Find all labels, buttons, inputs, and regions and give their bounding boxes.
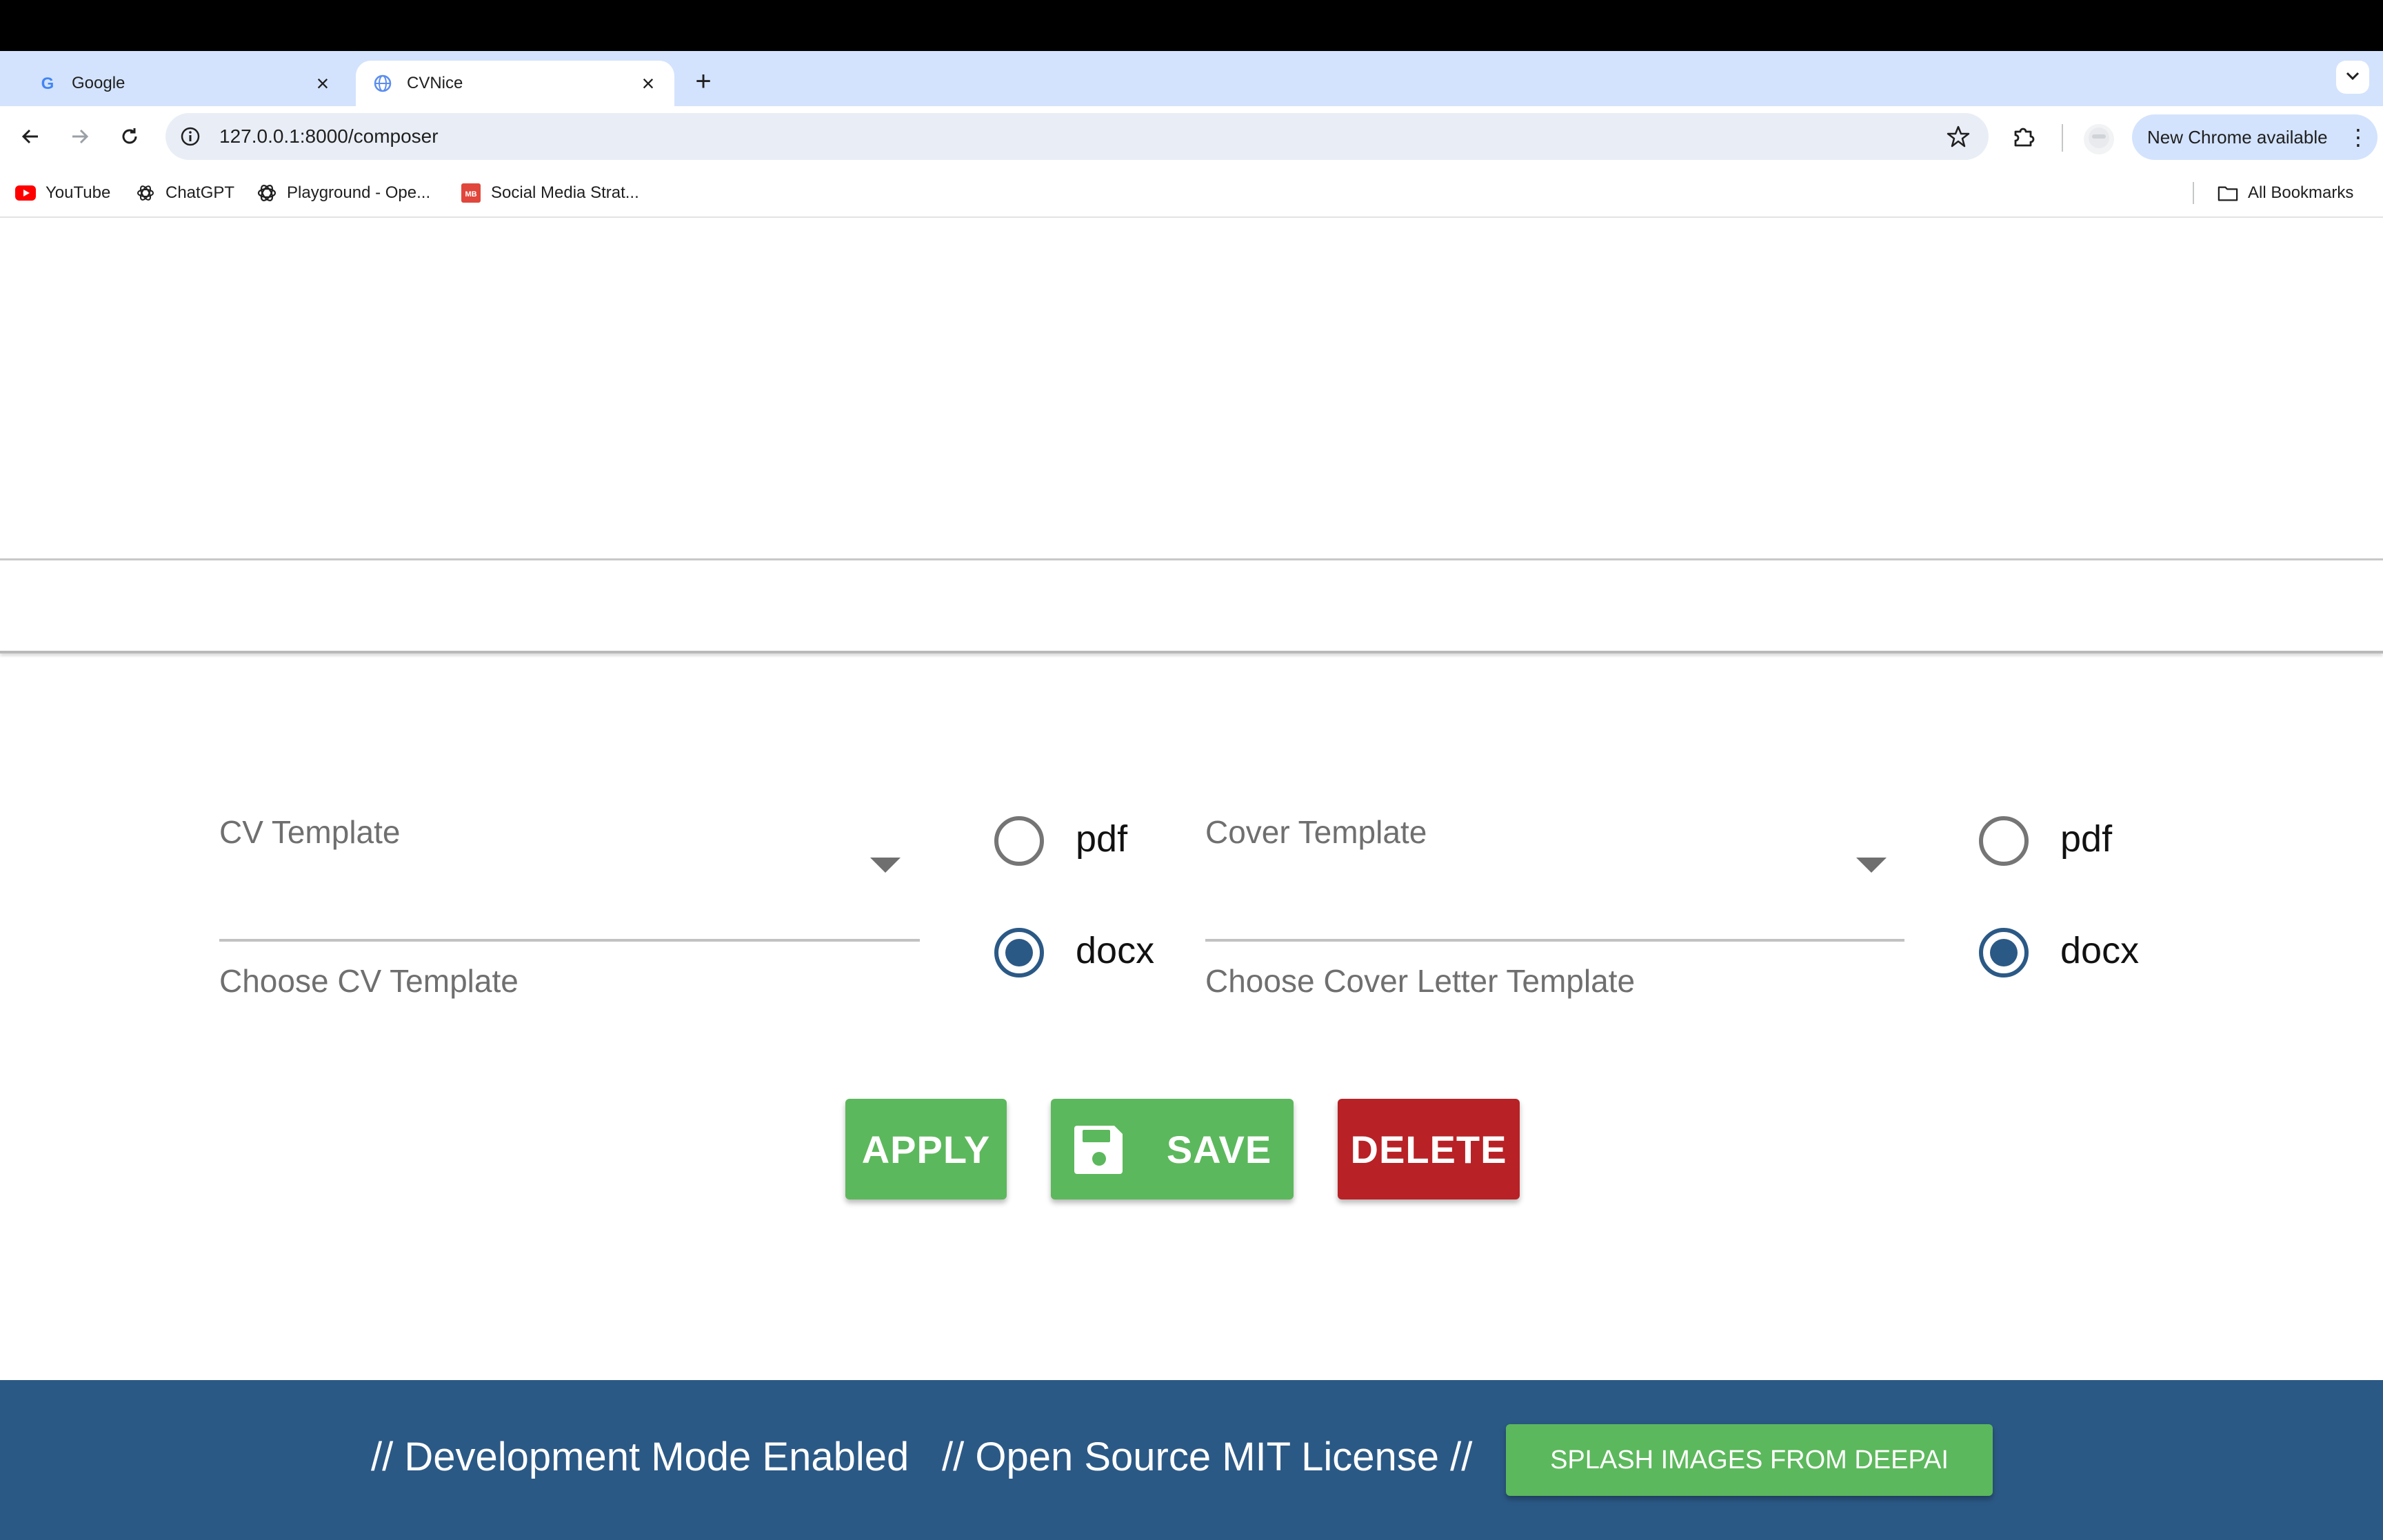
- cv-template-label: CV Template: [219, 814, 401, 850]
- address-bar[interactable]: 127.0.0.1:8000/composer: [165, 113, 1989, 160]
- bookmark-youtube[interactable]: YouTube: [15, 179, 110, 207]
- star-icon[interactable]: [1942, 120, 1975, 153]
- cover-template-label: Cover Template: [1205, 814, 1427, 850]
- floppy-disk-icon: [1073, 1123, 1125, 1175]
- cover-template-hint: Choose Cover Letter Template: [1205, 963, 1636, 999]
- new-tab-button[interactable]: +: [688, 66, 718, 97]
- extensions-button[interactable]: [2007, 121, 2040, 154]
- avatar: [2088, 127, 2110, 152]
- splash-images-button[interactable]: SPLASH IMAGES FROM DEEPAI: [1506, 1424, 1993, 1496]
- globe-icon: [372, 73, 393, 94]
- bookmark-chatgpt[interactable]: ChatGPT: [135, 179, 234, 207]
- puzzle-icon: [2011, 125, 2035, 152]
- bookmark-label: YouTube: [46, 183, 111, 202]
- dropdown-arrow-icon[interactable]: [870, 858, 901, 873]
- back-button[interactable]: [14, 121, 47, 154]
- delete-label: DELETE: [1350, 1127, 1507, 1171]
- splash-images-label: SPLASH IMAGES FROM DEEPAI: [1550, 1445, 1949, 1475]
- reload-icon: [119, 126, 140, 150]
- svg-text:G: G: [41, 74, 54, 92]
- cv-format-docx-label[interactable]: docx: [1076, 929, 1154, 972]
- section-divider: [0, 558, 2383, 560]
- chevron-down-icon: [2345, 71, 2360, 84]
- cover-template-underline: [1205, 939, 1904, 942]
- bookmark-label: Playground - Ope...: [287, 183, 431, 202]
- save-button[interactable]: SAVE: [1051, 1099, 1294, 1199]
- dev-mode-text: // Development Mode Enabled: [371, 1435, 909, 1479]
- tab-title: CVNice: [407, 74, 463, 92]
- cv-template-value[interactable]: [219, 855, 867, 889]
- os-menu-bar: [0, 0, 2383, 51]
- cv-template-underline: [219, 939, 920, 942]
- section-divider: [0, 651, 2383, 654]
- site-info-icon[interactable]: [178, 124, 203, 149]
- save-label: SAVE: [1166, 1127, 1272, 1171]
- cover-template-value[interactable]: [1205, 855, 1853, 889]
- toolbar-divider: [2062, 124, 2063, 152]
- bookmark-playground[interactable]: Playground - Ope...: [257, 179, 430, 207]
- cv-format-docx-radio[interactable]: [994, 928, 1044, 977]
- cover-format-pdf-radio[interactable]: [1979, 816, 2029, 866]
- reload-button[interactable]: [113, 121, 146, 154]
- close-icon[interactable]: ×: [637, 72, 659, 94]
- youtube-icon: [15, 183, 36, 203]
- update-label: New Chrome available: [2147, 126, 2328, 148]
- dropdown-arrow-icon[interactable]: [1856, 858, 1887, 873]
- arrow-right-icon: [70, 126, 90, 150]
- forward-button[interactable]: [63, 121, 97, 154]
- mb-icon: MB: [461, 183, 481, 203]
- profile-button[interactable]: [2084, 124, 2114, 154]
- bookmarks-divider: [2193, 182, 2194, 204]
- cv-template-hint: Choose CV Template: [219, 963, 519, 999]
- all-bookmarks-label: All Bookmarks: [2248, 183, 2354, 202]
- tab-search-button[interactable]: [2336, 61, 2369, 94]
- cover-format-docx-radio[interactable]: [1979, 928, 2029, 977]
- address-url[interactable]: 127.0.0.1:8000/composer: [219, 125, 1942, 148]
- openai-icon: [257, 183, 277, 203]
- tab-title: Google: [72, 74, 125, 92]
- apply-button[interactable]: APPLY: [845, 1099, 1007, 1199]
- chrome-update-button[interactable]: New Chrome available ⋮: [2132, 114, 2377, 160]
- google-icon: G: [37, 73, 58, 94]
- close-icon[interactable]: ×: [312, 72, 334, 94]
- license-text: // Open Source MIT License //: [942, 1435, 1473, 1479]
- apply-label: APPLY: [861, 1127, 991, 1171]
- radio-selected-dot: [1005, 939, 1033, 966]
- cv-format-pdf-radio[interactable]: [994, 816, 1044, 866]
- cv-format-pdf-label[interactable]: pdf: [1076, 818, 1127, 860]
- kebab-menu-icon[interactable]: ⋮: [2347, 126, 2369, 148]
- bookmark-label: ChatGPT: [165, 183, 235, 202]
- all-bookmarks-button[interactable]: All Bookmarks: [2218, 179, 2353, 207]
- svg-text:MB: MB: [465, 190, 476, 199]
- folder-icon: [2218, 183, 2238, 203]
- cover-format-pdf-label[interactable]: pdf: [2060, 818, 2112, 860]
- delete-button[interactable]: DELETE: [1338, 1099, 1520, 1199]
- bookmark-social-media[interactable]: MB Social Media Strat...: [461, 179, 639, 207]
- chatgpt-icon: [135, 183, 156, 203]
- arrow-left-icon: [20, 126, 41, 150]
- cover-format-docx-label[interactable]: docx: [2060, 929, 2139, 972]
- radio-selected-dot: [1990, 939, 2018, 966]
- tab-cvnice[interactable]: CVNice ×: [356, 61, 674, 106]
- tab-google[interactable]: G Google ×: [21, 61, 349, 106]
- bookmark-label: Social Media Strat...: [491, 183, 639, 202]
